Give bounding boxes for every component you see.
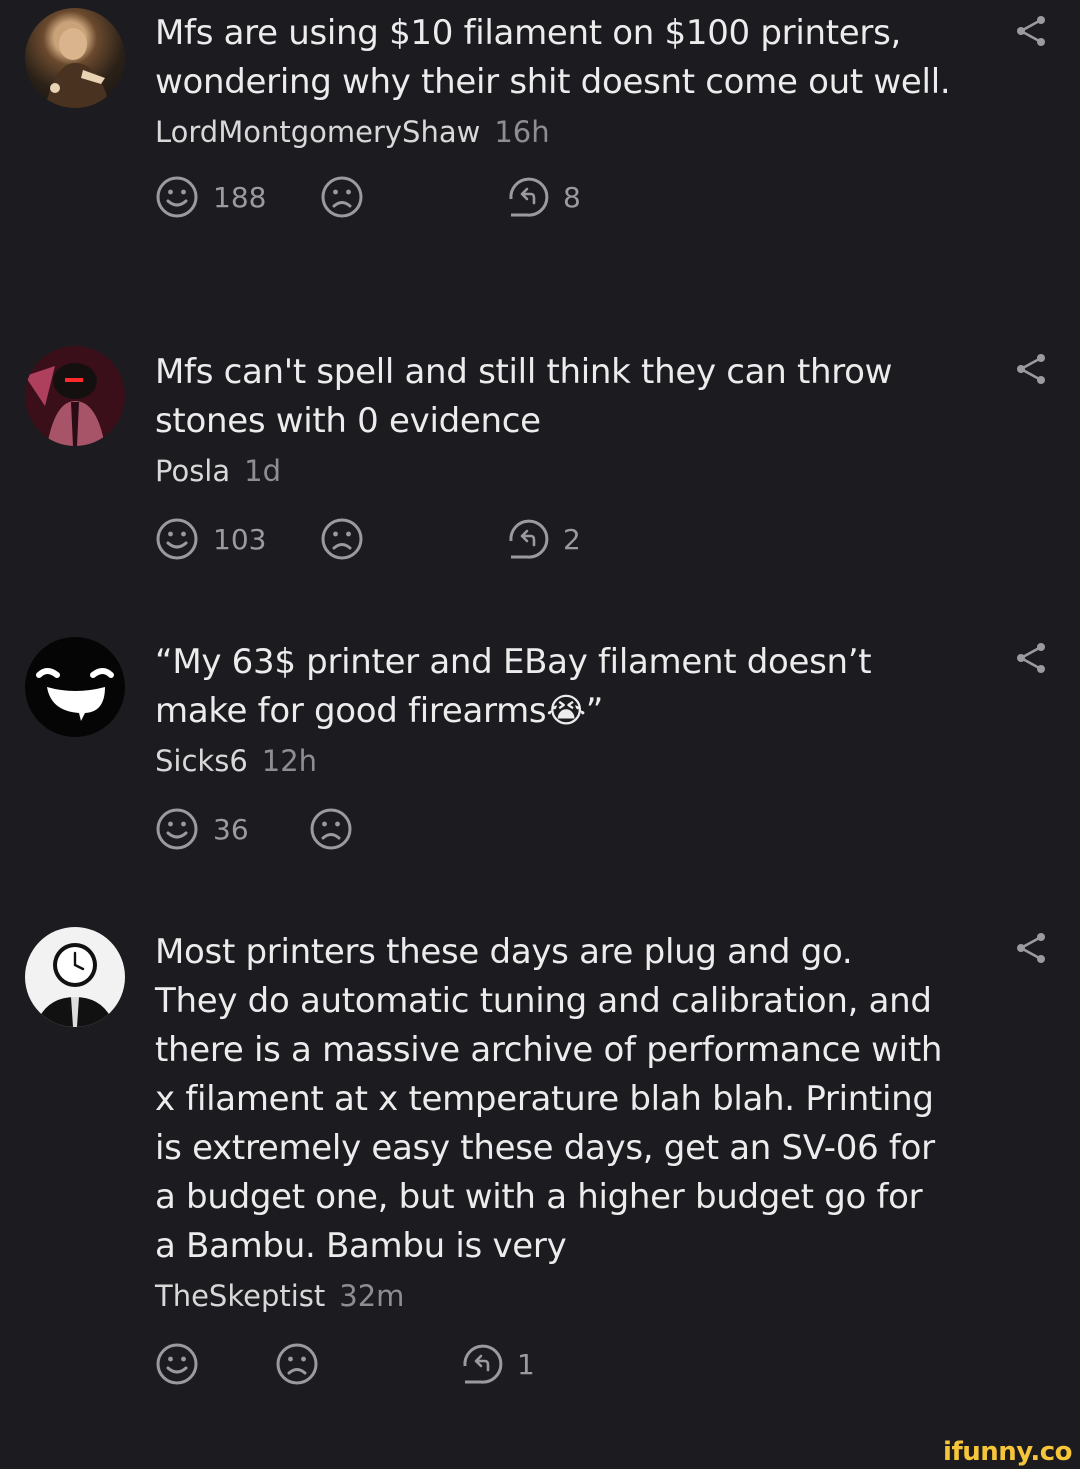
comment-actions: 1	[155, 1342, 955, 1390]
author-name[interactable]: TheSkeptist	[155, 1279, 325, 1313]
red-eyed-character-avatar-icon	[25, 346, 125, 446]
comment-meta: Posla 1d	[155, 454, 955, 498]
comment-meta: TheSkeptist 32m	[155, 1279, 955, 1323]
share-icon[interactable]	[1014, 931, 1048, 965]
frown-icon	[310, 808, 352, 850]
dislike-button[interactable]	[309, 807, 353, 851]
clock-head-avatar-icon	[35, 943, 115, 1027]
avatar[interactable]	[25, 8, 125, 108]
avatar[interactable]	[25, 346, 125, 446]
reply-icon	[463, 1344, 503, 1384]
comment-actions: 103 2	[155, 517, 955, 565]
like-button[interactable]	[155, 1342, 213, 1386]
author-name[interactable]: Sicks6	[155, 744, 248, 778]
like-button[interactable]: 188	[155, 175, 266, 219]
reply-icon	[509, 177, 549, 217]
share-icon[interactable]	[1014, 14, 1048, 48]
like-count: 188	[213, 180, 267, 214]
like-button[interactable]: 103	[155, 517, 266, 561]
comment-actions: 36	[155, 807, 955, 855]
portrait-painting-avatar-icon	[45, 28, 110, 108]
smile-icon	[156, 808, 198, 850]
smile-icon	[156, 176, 198, 218]
share-icon[interactable]	[1014, 641, 1048, 675]
comment-actions: 188 8	[155, 175, 955, 223]
share-icon[interactable]	[1014, 352, 1048, 386]
like-count: 36	[213, 812, 249, 846]
dislike-button[interactable]	[320, 175, 364, 219]
comment-meta: Sicks6 12h	[155, 744, 955, 788]
frown-icon	[321, 176, 363, 218]
timestamp: 12h	[261, 744, 318, 778]
avatar[interactable]	[25, 637, 125, 737]
comment-text: Mfs are using $10 filament on $100 print…	[155, 13, 951, 102]
smile-icon	[156, 1343, 198, 1385]
comment-text: “My 63$ printer and EBay filament doesn’…	[155, 642, 872, 731]
ifunny-watermark: ifunny.co	[943, 1437, 1072, 1467]
reply-icon	[509, 519, 549, 559]
reply-count: 1	[517, 1347, 535, 1381]
grinning-face-avatar-icon	[36, 668, 114, 721]
like-button[interactable]: 36	[155, 807, 249, 851]
like-count: 103	[213, 522, 267, 556]
reply-count: 2	[563, 522, 581, 556]
dislike-button[interactable]	[275, 1342, 319, 1386]
dislike-button[interactable]	[320, 517, 364, 561]
timestamp: 1d	[244, 454, 281, 488]
timestamp: 32m	[339, 1279, 405, 1313]
reply-button[interactable]: 2	[505, 517, 581, 561]
frown-icon	[321, 518, 363, 560]
comment-text: Most printers these days are plug and go…	[155, 932, 943, 1266]
reply-button[interactable]: 8	[505, 175, 581, 219]
frown-icon	[276, 1343, 318, 1385]
timestamp: 16h	[494, 115, 550, 149]
comment-text: Mfs can't spell and still think they can…	[155, 352, 893, 441]
reply-button[interactable]: 1	[459, 1342, 535, 1386]
avatar[interactable]	[25, 927, 125, 1027]
reply-count: 8	[563, 180, 581, 214]
smile-icon	[156, 518, 198, 560]
author-name[interactable]: Posla	[155, 454, 230, 488]
author-name[interactable]: LordMontgomeryShaw	[155, 115, 480, 149]
comment-meta: LordMontgomeryShaw 16h	[155, 115, 955, 159]
